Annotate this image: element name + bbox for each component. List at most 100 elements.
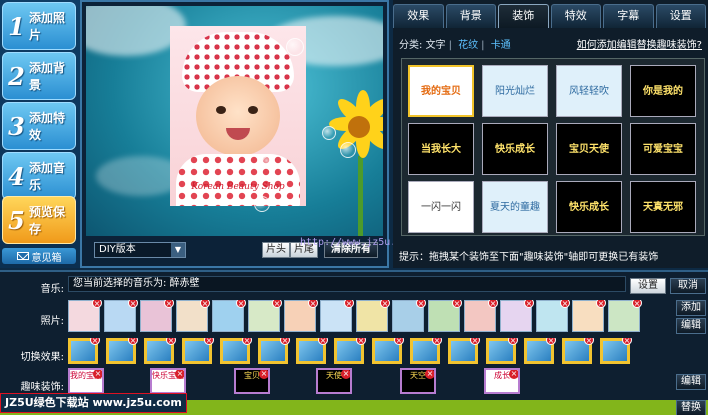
close-icon[interactable]: × bbox=[394, 338, 404, 345]
close-icon[interactable]: × bbox=[425, 370, 434, 379]
close-icon[interactable]: × bbox=[280, 338, 290, 345]
decoration-item[interactable]: 当我长大 bbox=[408, 123, 474, 175]
photo-thumb[interactable]: × bbox=[284, 300, 318, 332]
replace-button[interactable]: 替换 bbox=[676, 400, 706, 415]
transition-thumb[interactable]: × bbox=[524, 338, 556, 364]
baby-photo[interactable]: Korean Beauty Shop bbox=[170, 26, 306, 206]
close-icon[interactable]: × bbox=[164, 300, 174, 308]
photo-thumb[interactable]: × bbox=[356, 300, 390, 332]
transition-thumb[interactable]: × bbox=[68, 338, 100, 364]
decoration-item[interactable]: 阳光灿烂 bbox=[482, 65, 548, 117]
edit-photo-button[interactable]: 编辑 bbox=[676, 318, 706, 334]
close-icon[interactable]: × bbox=[344, 300, 354, 308]
edit-decoration-button[interactable]: 编辑 bbox=[676, 374, 706, 390]
decoration-item[interactable]: 一闪一闪 bbox=[408, 181, 474, 233]
close-icon[interactable]: × bbox=[416, 300, 426, 308]
close-icon[interactable]: × bbox=[242, 338, 252, 345]
close-icon[interactable]: × bbox=[90, 338, 100, 345]
close-icon[interactable]: × bbox=[632, 300, 642, 308]
category-pattern[interactable]: 花纹 bbox=[458, 40, 478, 51]
transition-thumb[interactable]: × bbox=[448, 338, 480, 364]
transition-thumb[interactable]: × bbox=[600, 338, 632, 364]
fun-decoration-thumb[interactable]: 天空 × bbox=[400, 368, 436, 394]
fun-decoration-thumb[interactable]: 快乐宝宝 × bbox=[150, 368, 186, 394]
close-icon[interactable]: × bbox=[204, 338, 214, 345]
music-cancel-button[interactable]: 取消 bbox=[670, 278, 706, 294]
photo-thumb[interactable]: × bbox=[392, 300, 426, 332]
fun-decoration-thumb[interactable]: 成长 × bbox=[484, 368, 520, 394]
transition-thumb[interactable]: × bbox=[334, 338, 366, 364]
chevron-down-icon[interactable]: ▼ bbox=[171, 243, 185, 257]
close-icon[interactable]: × bbox=[622, 338, 632, 345]
decoration-item[interactable]: 夏天的童趣 bbox=[482, 181, 548, 233]
close-icon[interactable]: × bbox=[166, 338, 176, 345]
transition-thumb[interactable]: × bbox=[144, 338, 176, 364]
transition-thumb[interactable]: × bbox=[258, 338, 290, 364]
close-icon[interactable]: × bbox=[560, 300, 570, 308]
photo-thumb[interactable]: × bbox=[212, 300, 246, 332]
transition-thumb[interactable]: × bbox=[220, 338, 252, 364]
close-icon[interactable]: × bbox=[175, 370, 184, 379]
preview-canvas[interactable]: Korean Beauty Shop bbox=[86, 6, 383, 236]
close-icon[interactable]: × bbox=[432, 338, 442, 345]
decoration-item[interactable]: 可爱宝宝 bbox=[630, 123, 696, 175]
decoration-item[interactable]: 你是我的 bbox=[630, 65, 696, 117]
photo-thumb[interactable]: × bbox=[320, 300, 354, 332]
close-icon[interactable]: × bbox=[259, 370, 268, 379]
mailbox-button[interactable]: 意见箱 bbox=[2, 248, 76, 264]
photo-thumb[interactable]: × bbox=[140, 300, 174, 332]
close-icon[interactable]: × bbox=[200, 300, 210, 308]
decoration-item[interactable]: 快乐成长 bbox=[556, 181, 622, 233]
category-cartoon[interactable]: 卡通 bbox=[491, 40, 511, 51]
close-icon[interactable]: × bbox=[452, 300, 462, 308]
close-icon[interactable]: × bbox=[470, 338, 480, 345]
close-icon[interactable]: × bbox=[236, 300, 246, 308]
decoration-item[interactable]: 天真无邪 bbox=[630, 181, 696, 233]
close-icon[interactable]: × bbox=[93, 370, 102, 379]
photo-thumb[interactable]: × bbox=[428, 300, 462, 332]
photo-thumb[interactable]: × bbox=[608, 300, 642, 332]
photo-thumb[interactable]: × bbox=[500, 300, 534, 332]
close-icon[interactable]: × bbox=[488, 300, 498, 308]
close-icon[interactable]: × bbox=[509, 370, 518, 379]
step-add-photo-button[interactable]: 1 添加照片 bbox=[2, 2, 76, 50]
music-settings-button[interactable]: 设置 bbox=[630, 278, 666, 294]
close-icon[interactable]: × bbox=[596, 300, 606, 308]
tab-decoration[interactable]: 装饰 bbox=[498, 4, 549, 28]
photo-thumb[interactable]: × bbox=[464, 300, 498, 332]
transition-thumb[interactable]: × bbox=[372, 338, 404, 364]
category-text[interactable]: 文字 bbox=[426, 40, 446, 51]
close-icon[interactable]: × bbox=[318, 338, 328, 345]
transition-thumb[interactable]: × bbox=[182, 338, 214, 364]
step-add-background-button[interactable]: 2 添加背景 bbox=[2, 52, 76, 100]
intro-button[interactable]: 片头 bbox=[262, 242, 290, 258]
transition-thumb[interactable]: × bbox=[486, 338, 518, 364]
add-photo-button[interactable]: 添加 bbox=[676, 300, 706, 316]
close-icon[interactable]: × bbox=[128, 338, 138, 345]
fun-decoration-thumb[interactable]: 天使 × bbox=[316, 368, 352, 394]
photo-thumb[interactable]: × bbox=[68, 300, 102, 332]
decoration-item[interactable]: 快乐成长 bbox=[482, 123, 548, 175]
step-add-effects-button[interactable]: 3 添加特效 bbox=[2, 102, 76, 150]
fun-decoration-thumb[interactable]: 我的宝贝 × bbox=[68, 368, 104, 394]
close-icon[interactable]: × bbox=[341, 370, 350, 379]
close-icon[interactable]: × bbox=[308, 300, 318, 308]
close-icon[interactable]: × bbox=[380, 300, 390, 308]
photo-thumb[interactable]: × bbox=[248, 300, 282, 332]
close-icon[interactable]: × bbox=[508, 338, 518, 345]
photo-thumb[interactable]: × bbox=[536, 300, 570, 332]
tab-subtitle[interactable]: 字幕 bbox=[603, 4, 654, 28]
step-preview-save-button[interactable]: 5 预览保存 bbox=[2, 196, 76, 244]
close-icon[interactable]: × bbox=[356, 338, 366, 345]
tab-special-effects[interactable]: 特效 bbox=[550, 4, 601, 28]
fun-decoration-thumb[interactable]: 宝贝 × bbox=[234, 368, 270, 394]
close-icon[interactable]: × bbox=[546, 338, 556, 345]
transition-thumb[interactable]: × bbox=[106, 338, 138, 364]
transition-thumb[interactable]: × bbox=[296, 338, 328, 364]
close-icon[interactable]: × bbox=[128, 300, 138, 308]
close-icon[interactable]: × bbox=[92, 300, 102, 308]
photo-thumb[interactable]: × bbox=[176, 300, 210, 332]
photo-thumb[interactable]: × bbox=[572, 300, 606, 332]
close-icon[interactable]: × bbox=[272, 300, 282, 308]
step-add-music-button[interactable]: 4 添加音乐 bbox=[2, 152, 76, 200]
